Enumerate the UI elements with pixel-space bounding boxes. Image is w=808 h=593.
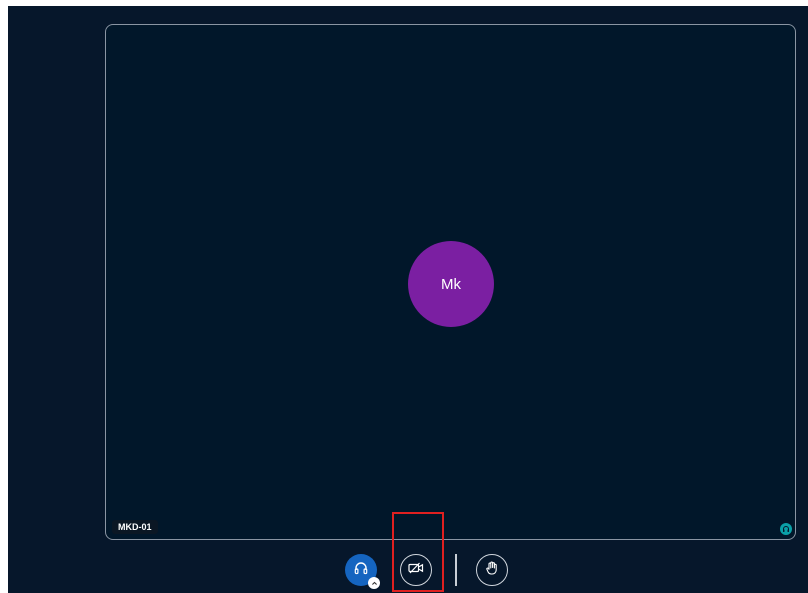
participant-avatar: Mk <box>408 241 494 327</box>
raise-hand-button[interactable] <box>476 554 508 586</box>
headphones-icon <box>353 560 369 581</box>
participant-name: MKD-01 <box>118 522 152 532</box>
hand-icon <box>484 560 500 581</box>
controls-divider <box>455 554 457 586</box>
audio-options-button[interactable] <box>368 577 380 589</box>
participant-video-tile[interactable]: Mk MKD-01 <box>105 24 796 540</box>
meeting-controls-bar <box>8 546 808 593</box>
chevron-up-icon <box>371 581 377 585</box>
camera-off-icon <box>407 561 425 580</box>
headphones-icon <box>780 523 792 535</box>
audio-button[interactable] <box>345 554 380 589</box>
camera-toggle-button[interactable] <box>400 554 432 586</box>
avatar-initials: Mk <box>441 275 461 293</box>
participant-name-label: MKD-01 <box>112 520 158 534</box>
meeting-window: Mk MKD-01 <box>8 6 808 593</box>
